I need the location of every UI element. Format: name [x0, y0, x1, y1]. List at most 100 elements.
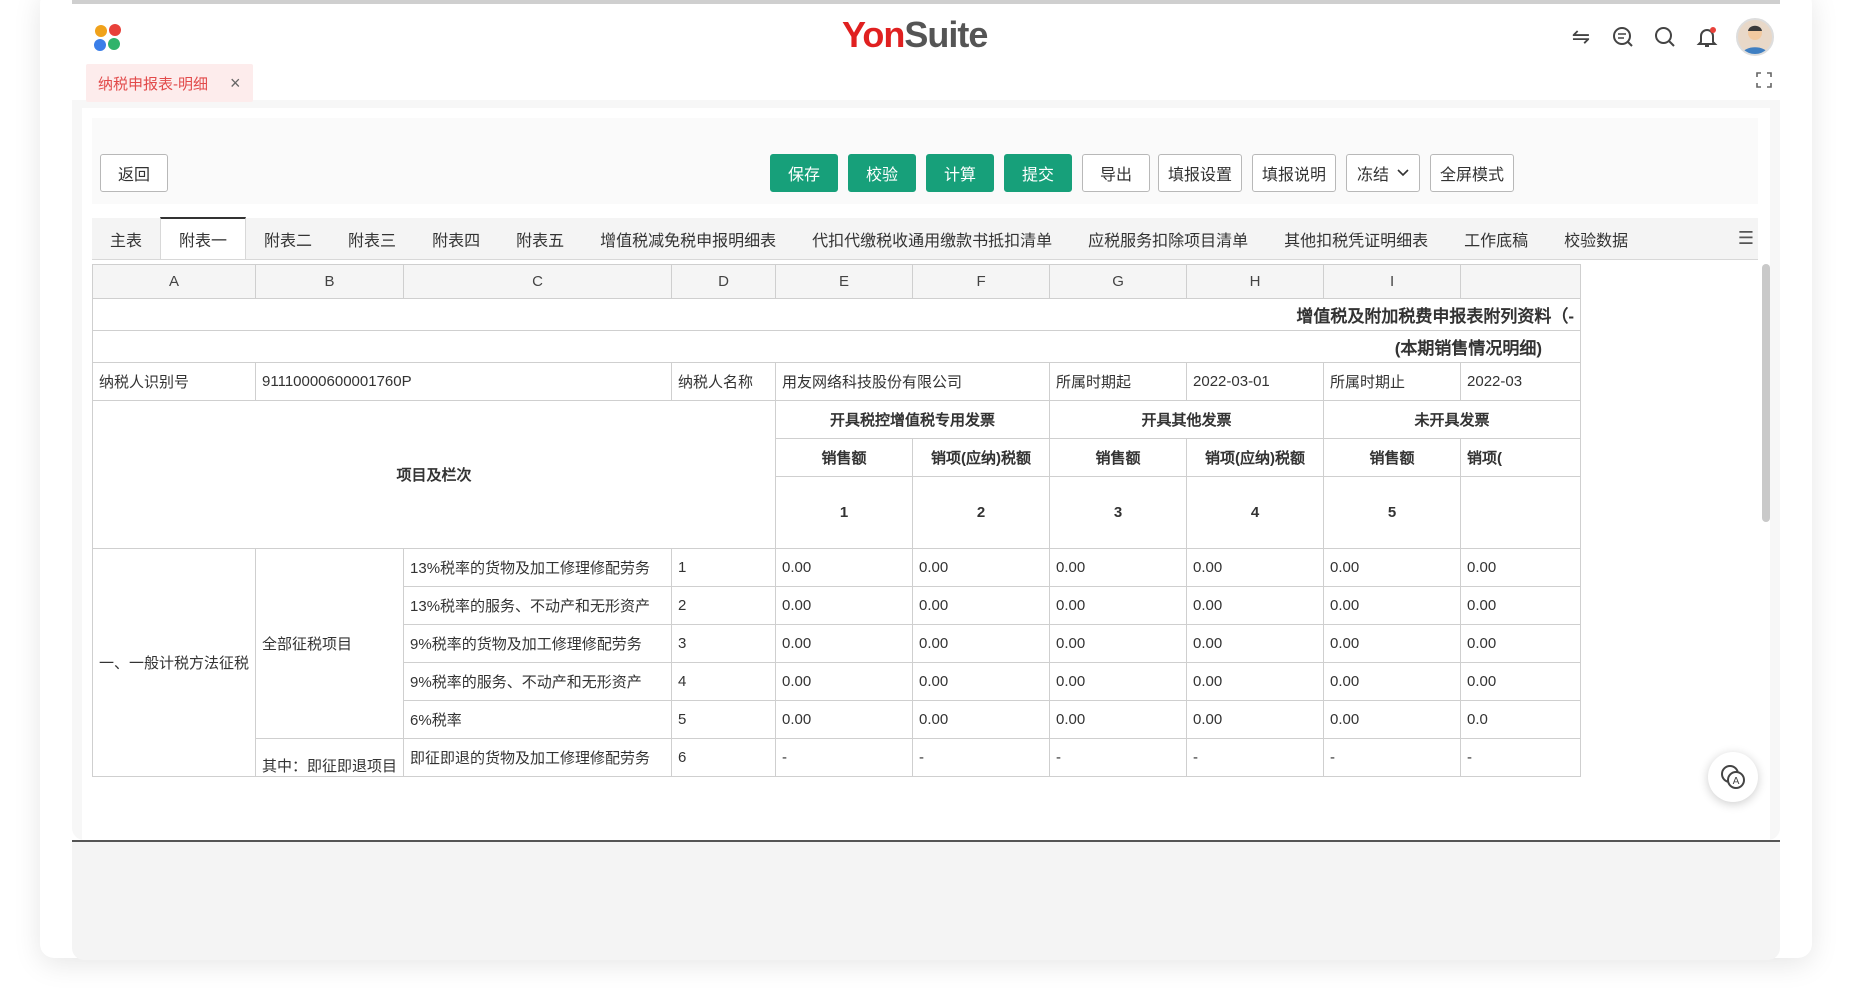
freeze-dropdown[interactable]: 冻结	[1346, 154, 1420, 192]
value-cell[interactable]: -	[912, 738, 1051, 777]
column-number: 5	[1323, 476, 1462, 549]
value-cell[interactable]: 0.00	[1186, 662, 1325, 701]
switch-icon[interactable]: ⇋	[1568, 24, 1594, 50]
sheet-subtitle: (本期销售情况明细)	[92, 330, 1582, 363]
column-header[interactable]: C	[403, 264, 673, 299]
value-cell[interactable]: 0.00	[1323, 662, 1462, 701]
value-cell[interactable]: 0.0	[1460, 700, 1582, 739]
sheet-tab[interactable]: 增值税减免税申报明细表	[582, 219, 794, 259]
main-content: 返回 保存 校验 计算 提交 导出 填报设置 填报说明 冻结 全屏模式 主表 附…	[82, 108, 1770, 840]
value-cell[interactable]: 0.00	[912, 662, 1051, 701]
assistant-float-icon[interactable]: A	[1708, 752, 1758, 802]
column-number: 2	[912, 476, 1051, 549]
fullscreen-button[interactable]: 全屏模式	[1430, 154, 1514, 192]
sheet-tab[interactable]: 附表三	[330, 219, 414, 259]
sheet-tab[interactable]: 代扣代缴税收通用缴款书抵扣清单	[794, 219, 1070, 259]
value-cell[interactable]: -	[1186, 738, 1325, 777]
column-header[interactable]: D	[671, 264, 777, 299]
value-cell[interactable]: 0.00	[912, 586, 1051, 625]
value-cell[interactable]: 0.00	[1186, 548, 1325, 587]
back-button[interactable]: 返回	[100, 154, 168, 192]
chevron-down-icon	[1397, 169, 1409, 177]
column-header[interactable]: E	[775, 264, 914, 299]
taxpayer-id-cell[interactable]: 91110000600001760P	[255, 362, 673, 401]
column-header[interactable]: F	[912, 264, 1051, 299]
calculate-button[interactable]: 计算	[926, 154, 994, 192]
sheet-tab-active[interactable]: 附表一	[160, 217, 247, 259]
value-cell[interactable]: 0.00	[1049, 662, 1188, 701]
search-icon[interactable]	[1652, 24, 1678, 50]
column-header[interactable]: H	[1186, 264, 1325, 299]
tab-list-icon[interactable]: ☰	[1738, 228, 1754, 249]
spreadsheet[interactable]: A B C D E F G H I 增值税及附加税费申报表附列资料（- (本期销…	[92, 264, 1750, 840]
value-cell[interactable]: 0.00	[1460, 548, 1582, 587]
sheet-tab[interactable]: 附表五	[498, 219, 582, 259]
value-cell[interactable]: 0.00	[912, 548, 1051, 587]
fill-instructions-button[interactable]: 填报说明	[1252, 154, 1336, 192]
fullscreen-expand-icon[interactable]	[1756, 72, 1774, 90]
verify-button[interactable]: 校验	[848, 154, 916, 192]
search-doc-icon[interactable]	[1610, 24, 1636, 50]
value-cell[interactable]: 0.00	[1460, 662, 1582, 701]
sheet-tab[interactable]: 附表二	[246, 219, 330, 259]
group-header-other-invoice: 开具其他发票	[1049, 400, 1325, 439]
avatar[interactable]	[1736, 18, 1774, 56]
value-cell[interactable]: 0.00	[775, 586, 914, 625]
vertical-scrollbar[interactable]	[1762, 264, 1770, 522]
sheet-tab[interactable]: 工作底稿	[1446, 219, 1546, 259]
column-header[interactable]: G	[1049, 264, 1188, 299]
brand-logo: YonSuite	[842, 14, 988, 55]
column-header[interactable]: B	[255, 264, 405, 299]
column-header[interactable]: I	[1323, 264, 1462, 299]
period-end-cell[interactable]: 2022-03	[1460, 362, 1582, 401]
group-header-no-invoice: 未开具发票	[1323, 400, 1582, 439]
period-start-cell[interactable]: 2022-03-01	[1186, 362, 1325, 401]
value-cell[interactable]: -	[775, 738, 914, 777]
column-header[interactable]	[1460, 264, 1582, 299]
column-number: 1	[775, 476, 914, 549]
row-number: 3	[671, 624, 777, 663]
value-cell[interactable]: 0.00	[1323, 548, 1462, 587]
value-cell[interactable]: 0.00	[1460, 586, 1582, 625]
subsection-label: 全部征税项目	[255, 548, 405, 739]
value-cell[interactable]: 0.00	[1186, 586, 1325, 625]
row-item-name: 9%税率的货物及加工修理修配劳务	[403, 624, 673, 663]
sheet-tab[interactable]: 其他扣税凭证明细表	[1266, 219, 1446, 259]
value-cell[interactable]: 0.00	[775, 624, 914, 663]
value-cell[interactable]: 0.00	[1049, 624, 1188, 663]
value-cell[interactable]: 0.00	[1460, 624, 1582, 663]
value-cell[interactable]: 0.00	[1049, 700, 1188, 739]
value-cell[interactable]: 0.00	[775, 548, 914, 587]
value-cell[interactable]: 0.00	[775, 700, 914, 739]
sheet-tab[interactable]: 校验数据	[1546, 219, 1646, 259]
value-cell[interactable]: 0.00	[912, 700, 1051, 739]
export-button[interactable]: 导出	[1082, 154, 1150, 192]
column-header[interactable]: A	[92, 264, 257, 299]
taxpayer-name-cell[interactable]: 用友网络科技股份有限公司	[775, 362, 1051, 401]
value-cell[interactable]: 0.00	[1323, 586, 1462, 625]
close-icon[interactable]: ×	[230, 73, 241, 94]
value-cell[interactable]: 0.00	[1049, 548, 1188, 587]
submit-button[interactable]: 提交	[1004, 154, 1072, 192]
value-cell[interactable]: 0.00	[1323, 624, 1462, 663]
value-cell[interactable]: -	[1049, 738, 1188, 777]
fill-settings-button[interactable]: 填报设置	[1158, 154, 1242, 192]
value-cell[interactable]: 0.00	[912, 624, 1051, 663]
sheet-tab[interactable]: 主表	[92, 219, 160, 259]
open-tab[interactable]: 纳税申报表-明细 ×	[86, 64, 253, 102]
freeze-label: 冻结	[1356, 167, 1389, 184]
sheet-tab[interactable]: 应税服务扣除项目清单	[1070, 219, 1266, 259]
bell-icon[interactable]	[1694, 24, 1720, 50]
save-button[interactable]: 保存	[770, 154, 838, 192]
value-cell[interactable]: -	[1323, 738, 1462, 777]
value-cell[interactable]: 0.00	[1186, 700, 1325, 739]
value-cell[interactable]: 0.00	[1049, 586, 1188, 625]
period-start-label: 所属时期起	[1049, 362, 1188, 401]
app-logo-icon[interactable]	[92, 22, 124, 54]
value-cell[interactable]: 0.00	[775, 662, 914, 701]
value-cell[interactable]: 0.00	[1323, 700, 1462, 739]
value-cell[interactable]: 0.00	[1186, 624, 1325, 663]
sheet-tab[interactable]: 附表四	[414, 219, 498, 259]
value-cell[interactable]: -	[1460, 738, 1582, 777]
sheet-tabs: 主表 附表一 附表二 附表三 附表四 附表五 增值税减免税申报明细表 代扣代缴税…	[92, 217, 1758, 260]
